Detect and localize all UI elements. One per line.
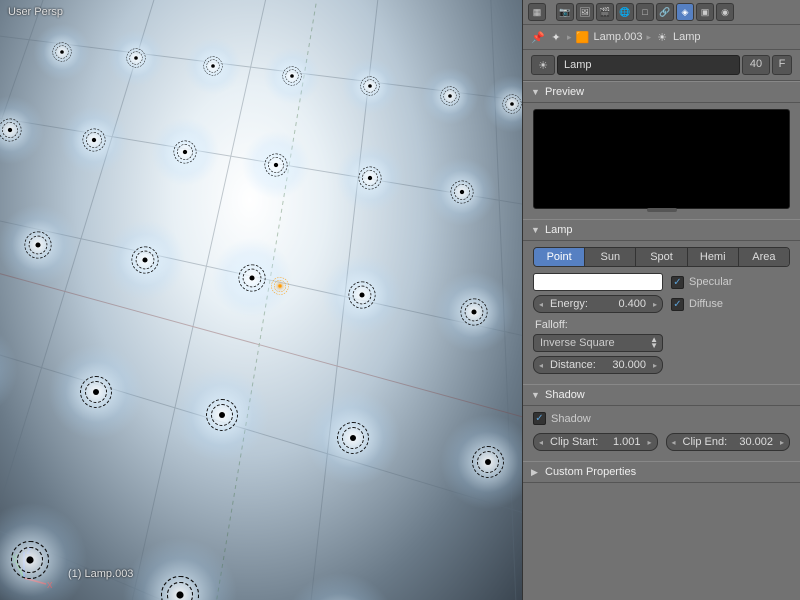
context-object-icon[interactable]: □: [636, 3, 654, 21]
editor-type-button[interactable]: ▦: [528, 3, 546, 21]
chevron-left-icon[interactable]: ◂: [536, 438, 546, 447]
chevron-left-icon[interactable]: ◂: [669, 438, 679, 447]
lamp-type-spot[interactable]: Spot: [636, 248, 687, 266]
panel-header: ▦ 📷 🖼 🎬 🌐 □ 🔗 ◈ ▣ ◉: [523, 0, 800, 25]
clip-start-field[interactable]: ◂ Clip Start: 1.001 ▸: [533, 433, 658, 451]
context-constraints-icon[interactable]: 🔗: [656, 3, 674, 21]
triangle-down-icon: ▼: [531, 87, 541, 97]
updown-icon: ▲▼: [650, 337, 658, 349]
falloff-dropdown[interactable]: Inverse Square ▲▼: [533, 334, 663, 352]
viewport-object-label: (1) Lamp.003: [68, 568, 133, 580]
lamp-type-hemi[interactable]: Hemi: [688, 248, 739, 266]
breadcrumb-data[interactable]: Lamp: [673, 31, 701, 43]
lamp-type-area[interactable]: Area: [739, 248, 789, 266]
svg-text:x: x: [47, 579, 52, 588]
clip-end-field[interactable]: ◂ Clip End: 30.002 ▸: [666, 433, 791, 451]
energy-field[interactable]: ◂ Energy: 0.400 ▸: [533, 295, 663, 313]
distance-field[interactable]: ◂ Distance: 30.000 ▸: [533, 356, 663, 374]
context-physics-icon[interactable]: ◉: [716, 3, 734, 21]
shadow-checkbox[interactable]: ✓Shadow: [533, 412, 790, 425]
triangle-down-icon: ▼: [531, 390, 541, 400]
section-custom-props-header[interactable]: ▶ Custom Properties: [523, 461, 800, 483]
triangle-down-icon: ▼: [531, 225, 541, 235]
lamp-type-enum: Point Sun Spot Hemi Area: [533, 247, 790, 267]
preview-resize-handle[interactable]: [647, 208, 677, 212]
context-render-icon[interactable]: 📷: [556, 3, 574, 21]
datablock-row: ☀ 40 F: [523, 50, 800, 81]
svg-text:y: y: [12, 551, 18, 563]
lamp-icon: ☀: [655, 30, 669, 44]
lamp-color-swatch[interactable]: [533, 273, 663, 291]
specular-checkbox[interactable]: ✓Specular: [671, 276, 732, 289]
lamp-type-sun[interactable]: Sun: [585, 248, 636, 266]
scene-icon: ✦: [549, 30, 563, 44]
section-lamp-header[interactable]: ▼ Lamp: [523, 219, 800, 241]
section-shadow-header[interactable]: ▼ Shadow: [523, 384, 800, 406]
context-layers-icon[interactable]: 🖼: [576, 3, 594, 21]
chevron-left-icon[interactable]: ◂: [536, 361, 546, 370]
section-preview-header[interactable]: ▼ Preview: [523, 81, 800, 103]
pin-icon[interactable]: 📌: [531, 30, 545, 44]
chevron-right-icon[interactable]: ▸: [645, 438, 655, 447]
object-cube-icon: 🟧: [576, 30, 590, 44]
falloff-label: Falloff:: [533, 317, 790, 334]
diffuse-checkbox[interactable]: ✓Diffuse: [671, 298, 723, 311]
context-scene-icon[interactable]: 🎬: [596, 3, 614, 21]
datablock-browse-button[interactable]: ☀: [531, 55, 555, 75]
lamp-type-point[interactable]: Point: [534, 248, 585, 266]
chevron-icon: ▸: [567, 32, 572, 43]
chevron-right-icon[interactable]: ▸: [650, 361, 660, 370]
chevron-right-icon[interactable]: ▸: [650, 300, 660, 309]
context-texture-icon[interactable]: ▣: [696, 3, 714, 21]
properties-panel: ▦ 📷 🖼 🎬 🌐 □ 🔗 ◈ ▣ ◉ 📌 ✦ ▸ 🟧 Lamp.003 ▸ ☀…: [522, 0, 800, 600]
viewport-3d[interactable]: User Persp (1) Lamp.003 x y z: [0, 0, 522, 600]
datablock-name-input[interactable]: [557, 55, 740, 75]
chevron-right-icon[interactable]: ▸: [777, 438, 787, 447]
triangle-right-icon: ▶: [531, 467, 541, 478]
breadcrumb: 📌 ✦ ▸ 🟧 Lamp.003 ▸ ☀ Lamp: [523, 25, 800, 50]
axis-gizmo: x y z: [12, 548, 52, 588]
breadcrumb-object[interactable]: Lamp.003: [594, 31, 643, 43]
context-data-icon[interactable]: ◈: [676, 3, 694, 21]
chevron-icon: ▸: [646, 32, 651, 43]
context-world-icon[interactable]: 🌐: [616, 3, 634, 21]
preview-render[interactable]: [533, 109, 790, 209]
svg-text:z: z: [26, 548, 32, 557]
viewport-perspective-label: User Persp: [8, 6, 63, 18]
grid-overlay: [0, 0, 522, 600]
datablock-users-button[interactable]: 40: [742, 55, 770, 75]
chevron-left-icon[interactable]: ◂: [536, 300, 546, 309]
datablock-fake-button[interactable]: F: [772, 55, 792, 75]
